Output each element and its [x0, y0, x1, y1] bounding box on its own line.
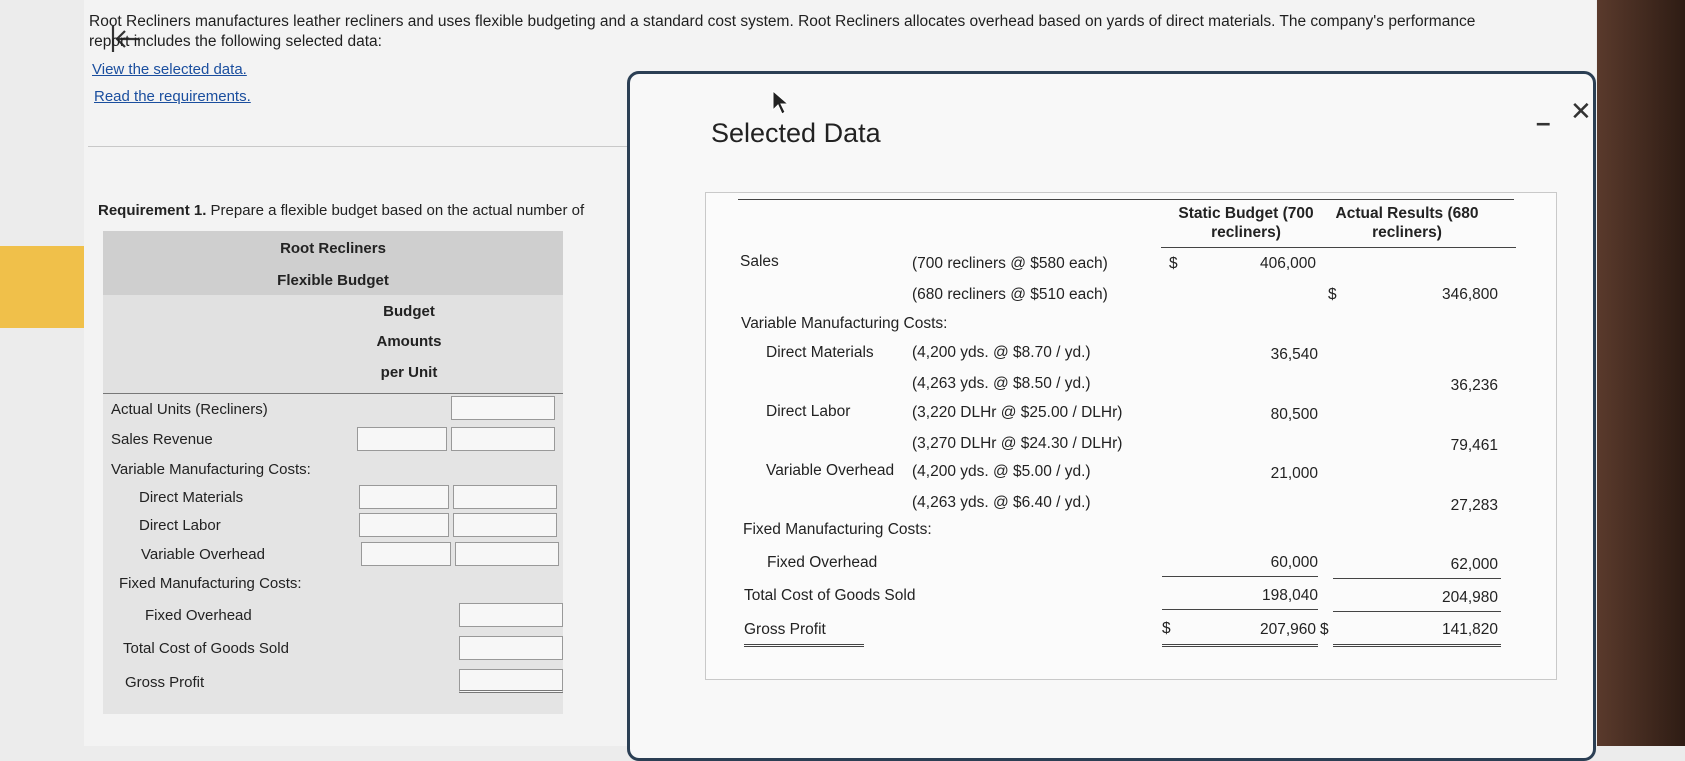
sales-per-unit-input[interactable]: [357, 427, 447, 451]
dm-label: Direct Materials: [766, 344, 874, 361]
header-rule: [1161, 247, 1516, 248]
flexible-budget-header: Root Recliners Flexible Budget: [103, 231, 563, 295]
dl-actual-desc: (3,270 DLHr @ $24.30 / DLHr): [912, 435, 1123, 452]
row-variable-costs: Variable Manufacturing Costs:: [111, 461, 311, 478]
dm-actual-value: 36,236: [1450, 377, 1498, 394]
row-direct-materials: Direct Materials: [139, 489, 244, 506]
gp-static-value: 207,960: [1259, 621, 1316, 638]
intro-text: Root Recliners manufactures leather recl…: [89, 13, 1476, 50]
selected-data-modal: Selected Data – ✕ Static Budget (700 rec…: [627, 71, 1596, 761]
dl-label: Direct Labor: [766, 403, 851, 420]
sales-actual-value: 346,800: [1441, 286, 1498, 303]
requirement-body: Prepare a flexible budget based on the a…: [210, 202, 585, 219]
dm-total-input[interactable]: [453, 485, 557, 509]
vo-per-unit-input[interactable]: [361, 542, 451, 566]
fo-actual-rule: [1333, 578, 1501, 579]
col-header-budget: Budget: [383, 303, 435, 320]
fixed-costs-label: Fixed Manufacturing Costs:: [743, 521, 932, 538]
gp-static-sign: $: [1162, 620, 1171, 637]
sales-actual-desc: (680 recliners @ $510 each): [912, 286, 1108, 303]
sales-static-value: 406,000: [1259, 255, 1316, 272]
view-data-link[interactable]: View the selected data.: [92, 61, 247, 78]
vo-actual-value: 27,283: [1450, 497, 1498, 514]
modal-title: Selected Data: [711, 118, 881, 148]
selected-data-table: Static Budget (700 recliners) Actual Res…: [705, 192, 1557, 680]
tcogs-label: Total Cost of Goods Sold: [744, 587, 916, 604]
dl-total-input[interactable]: [453, 513, 557, 537]
header-actual-results: Actual Results (680 recliners): [1335, 205, 1479, 241]
requirement-label: Requirement 1.: [98, 202, 207, 219]
close-button[interactable]: ✕: [1570, 96, 1592, 127]
fo-static-rule: [1162, 576, 1318, 577]
sales-actual-sign: $: [1328, 286, 1337, 303]
requirement-text: Requirement 1. Prepare a flexible budget…: [98, 202, 628, 219]
row-actual-units: Actual Units (Recliners): [111, 401, 268, 418]
variable-costs-label: Variable Manufacturing Costs:: [741, 315, 948, 332]
dm-static-value: 36,540: [1270, 346, 1318, 363]
read-requirements-link[interactable]: Read the requirements.: [94, 88, 251, 105]
tcogs-actual-value: 204,980: [1441, 589, 1498, 606]
dl-static-value: 80,500: [1270, 406, 1318, 423]
minimize-button[interactable]: –: [1536, 107, 1550, 138]
row-fixed-overhead: Fixed Overhead: [145, 607, 252, 624]
row-sales-revenue: Sales Revenue: [111, 431, 213, 448]
table-title: Flexible Budget: [277, 272, 389, 289]
sales-static-sign: $: [1169, 255, 1178, 272]
company-name: Root Recliners: [280, 240, 386, 257]
fo-total-input[interactable]: [459, 603, 563, 627]
fo-actual-value: 62,000: [1450, 556, 1498, 573]
dl-actual-value: 79,461: [1450, 437, 1498, 454]
gp-label: Gross Profit: [744, 621, 826, 638]
total-cogs-input[interactable]: [459, 636, 563, 660]
vo-total-input[interactable]: [455, 542, 559, 566]
column-header-block: Budget Amounts per Unit: [103, 295, 563, 394]
tcogs-static-value: 198,040: [1261, 587, 1318, 604]
vo-label: Variable Overhead: [766, 462, 895, 479]
top-rule: [738, 199, 1514, 200]
col-header-amounts: Amounts: [376, 333, 442, 350]
row-direct-labor: Direct Labor: [139, 517, 221, 534]
header-static-budget: Static Budget (700 recliners): [1178, 205, 1314, 241]
col-header-per-unit: per Unit: [380, 364, 438, 381]
row-variable-overhead: Variable Overhead: [141, 546, 265, 563]
tcogs-static-rule: [1162, 609, 1318, 610]
row-total-cogs: Total Cost of Goods Sold: [123, 640, 289, 657]
background-photo-edge: [1597, 0, 1685, 746]
tcogs-actual-rule: [1333, 611, 1501, 612]
gp-label-rule: [744, 644, 864, 647]
gp-actual-rule: [1333, 644, 1501, 647]
vo-static-value: 21,000: [1270, 465, 1318, 482]
divider: [88, 146, 628, 147]
dm-per-unit-input[interactable]: [359, 485, 449, 509]
sales-label: Sales: [740, 253, 779, 270]
dl-static-desc: (3,220 DLHr @ $25.00 / DLHr): [912, 404, 1123, 421]
sales-static-desc: (700 recliners @ $580 each): [912, 255, 1108, 272]
gp-actual-value: 141,820: [1441, 621, 1498, 638]
gp-actual-sign: $: [1320, 621, 1329, 638]
side-tab: [0, 246, 84, 328]
dm-static-desc: (4,200 yds. @ $8.70 / yd.): [912, 344, 1091, 361]
row-fixed-costs: Fixed Manufacturing Costs:: [119, 575, 302, 592]
dm-actual-desc: (4,263 yds. @ $8.50 / yd.): [912, 375, 1091, 392]
dl-per-unit-input[interactable]: [359, 513, 449, 537]
fo-static-value: 60,000: [1270, 554, 1318, 571]
mouse-cursor-icon: [772, 90, 790, 115]
actual-units-input[interactable]: [451, 396, 555, 420]
vo-actual-desc: (4,263 yds. @ $6.40 / yd.): [912, 494, 1091, 511]
flexible-budget-table: Root Recliners Flexible Budget Budget Am…: [103, 231, 563, 714]
row-gross-profit: Gross Profit: [125, 674, 205, 691]
gross-profit-input[interactable]: [459, 669, 563, 693]
vo-static-desc: (4,200 yds. @ $5.00 / yd.): [912, 463, 1091, 480]
gp-static-rule: [1162, 644, 1318, 647]
sales-total-input[interactable]: [451, 427, 555, 451]
fo-label: Fixed Overhead: [767, 554, 878, 571]
